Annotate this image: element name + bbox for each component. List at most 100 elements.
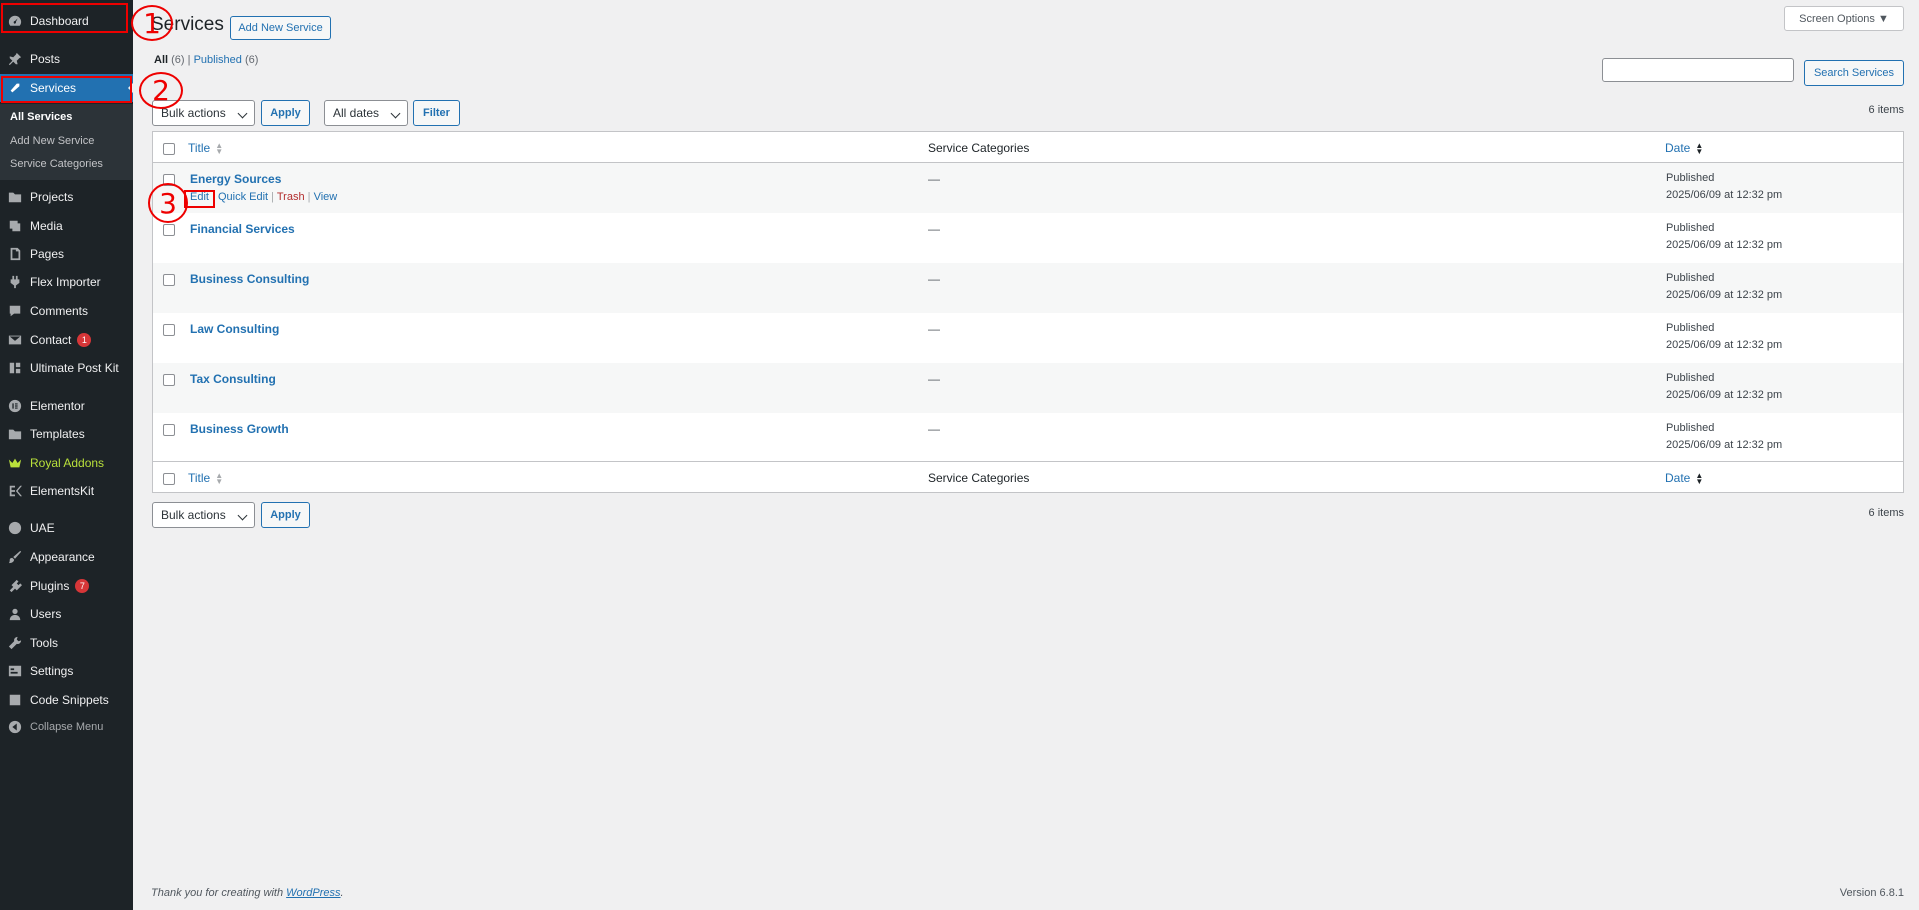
menu-projects[interactable]: Projects	[0, 183, 133, 211]
row-date: 2025/06/09 at 12:32 pm	[1666, 289, 1783, 301]
menu-posts[interactable]: Posts	[0, 45, 133, 73]
menu-settings[interactable]: Settings	[0, 657, 133, 685]
menu-templates[interactable]: Templates	[0, 420, 133, 448]
menu-label: Ultimate Post Kit	[30, 361, 119, 375]
chevron-down-icon	[390, 108, 401, 119]
row-checkbox[interactable]	[163, 324, 175, 336]
row-category: —	[928, 422, 940, 436]
menu-plugins[interactable]: Plugins 7	[0, 572, 133, 600]
sort-icon: ▲ ▼	[215, 470, 224, 486]
row-date: 2025/06/09 at 12:32 pm	[1666, 439, 1783, 451]
view-link[interactable]: View	[314, 191, 338, 203]
row-checkbox[interactable]	[163, 274, 175, 286]
filter-button[interactable]: Filter	[413, 100, 460, 126]
submenu-service-categories[interactable]: Service Categories	[10, 158, 103, 170]
table-row: Business Consulting — Published 2025/06/…	[153, 263, 1903, 313]
filter-all-link[interactable]: All	[154, 54, 168, 66]
elementor-icon	[0, 399, 30, 413]
version-text: Version 6.8.1	[1839, 887, 1904, 899]
quick-edit-link[interactable]: Quick Edit	[218, 191, 268, 203]
column-date-sort[interactable]: Date ▲ ▼	[1665, 141, 1703, 155]
row-title-link[interactable]: Tax Consulting	[190, 372, 276, 386]
menu-tools[interactable]: Tools	[0, 629, 133, 657]
row-status: Published	[1666, 272, 1715, 284]
screen-options-button[interactable]: Screen Options ▼	[1784, 6, 1904, 31]
menu-code-snippets[interactable]: Code Snippets	[0, 686, 133, 714]
wordpress-link[interactable]: WordPress	[286, 887, 340, 899]
menu-flex-importer[interactable]: Flex Importer	[0, 268, 133, 296]
row-checkbox[interactable]	[163, 224, 175, 236]
menu-label: ElementsKit	[30, 484, 95, 498]
column-date-label: Date	[1665, 471, 1691, 485]
uae-icon	[0, 521, 30, 535]
menu-uae[interactable]: UAE	[0, 514, 133, 542]
row-title-link[interactable]: Energy Sources	[190, 172, 281, 186]
items-count-top: 6 items	[1868, 104, 1904, 116]
column-date-label: Date	[1665, 141, 1691, 155]
apply-button-bottom[interactable]: Apply	[261, 502, 310, 528]
column-title-label: Title	[188, 141, 211, 155]
menu-label: Media	[30, 219, 63, 233]
column-title-sort[interactable]: Title ▲ ▼	[188, 141, 223, 155]
row-title-link[interactable]: Law Consulting	[190, 322, 279, 336]
search-input[interactable]	[1602, 58, 1794, 82]
select-all-checkbox-bottom[interactable]	[163, 473, 175, 485]
all-dates-value: All dates	[333, 106, 380, 120]
menu-elementor[interactable]: Elementor	[0, 392, 133, 420]
menu-appearance[interactable]: Appearance	[0, 543, 133, 571]
table-row: Law Consulting — Published 2025/06/09 at…	[153, 313, 1903, 363]
published-count: (6)	[244, 54, 259, 66]
menu-label: Contact	[30, 333, 72, 347]
table-row: Financial Services — Published 2025/06/0…	[153, 213, 1903, 263]
apply-button-top[interactable]: Apply	[261, 100, 310, 126]
menu-comments[interactable]: Comments	[0, 297, 133, 325]
trash-link[interactable]: Trash	[277, 191, 305, 203]
menu-pages[interactable]: Pages	[0, 240, 133, 268]
date-filter-select[interactable]: All dates	[324, 100, 408, 126]
tool-icon	[0, 636, 30, 650]
folder-icon	[0, 190, 30, 204]
column-date-sort-bottom[interactable]: Date ▲ ▼	[1665, 471, 1703, 485]
plugins-update-badge: 7	[75, 579, 90, 593]
bulk-actions-value: Bulk actions	[161, 508, 226, 522]
menu-media[interactable]: Media	[0, 212, 133, 240]
menu-users[interactable]: Users	[0, 600, 133, 628]
column-title-sort-bottom[interactable]: Title ▲ ▼	[188, 471, 223, 485]
menu-elementskit[interactable]: ElementsKit	[0, 477, 133, 505]
filter-published-link[interactable]: Published	[194, 54, 242, 66]
row-checkbox[interactable]	[163, 424, 175, 436]
column-title-label: Title	[188, 471, 211, 485]
status-filter-links: All (6) | Published (6)	[154, 54, 258, 66]
row-title-link[interactable]: Business Consulting	[190, 272, 309, 286]
menu-label: Plugins	[30, 579, 70, 593]
admin-sidebar: Dashboard Posts Services All Services Ad…	[0, 0, 133, 910]
row-date: 2025/06/09 at 12:32 pm	[1666, 339, 1783, 351]
menu-label: Appearance	[30, 550, 95, 564]
row-checkbox[interactable]	[163, 374, 175, 386]
submenu-all-services[interactable]: All Services	[10, 111, 72, 123]
code-icon	[0, 693, 30, 707]
contact-count-badge: 1	[77, 333, 92, 347]
plug-icon	[0, 275, 30, 289]
sort-icon: ▲ ▼	[215, 140, 224, 156]
separator: |	[307, 191, 311, 203]
folder-icon	[0, 427, 30, 441]
settings-icon	[0, 664, 30, 678]
collapse-menu-button[interactable]: Collapse Menu	[0, 713, 133, 741]
row-title-link[interactable]: Financial Services	[190, 222, 295, 236]
menu-ultimate-post-kit[interactable]: Ultimate Post Kit	[0, 354, 133, 382]
row-title-link[interactable]: Business Growth	[190, 422, 289, 436]
submenu-add-new-service[interactable]: Add New Service	[10, 135, 94, 147]
menu-contact[interactable]: Contact 1	[0, 326, 133, 354]
menu-royal-addons[interactable]: Royal Addons	[0, 449, 133, 477]
select-all-checkbox[interactable]	[163, 143, 175, 155]
menu-label: Elementor	[30, 399, 85, 413]
bulk-actions-select-bottom[interactable]: Bulk actions	[152, 502, 255, 528]
search-services-button[interactable]: Search Services	[1804, 60, 1904, 86]
row-status: Published	[1666, 422, 1715, 434]
table-row: Tax Consulting — Published 2025/06/09 at…	[153, 363, 1903, 413]
chevron-down-icon	[237, 108, 248, 119]
row-category: —	[928, 372, 940, 386]
add-new-service-button[interactable]: Add New Service	[230, 16, 331, 40]
row-status: Published	[1666, 322, 1715, 334]
